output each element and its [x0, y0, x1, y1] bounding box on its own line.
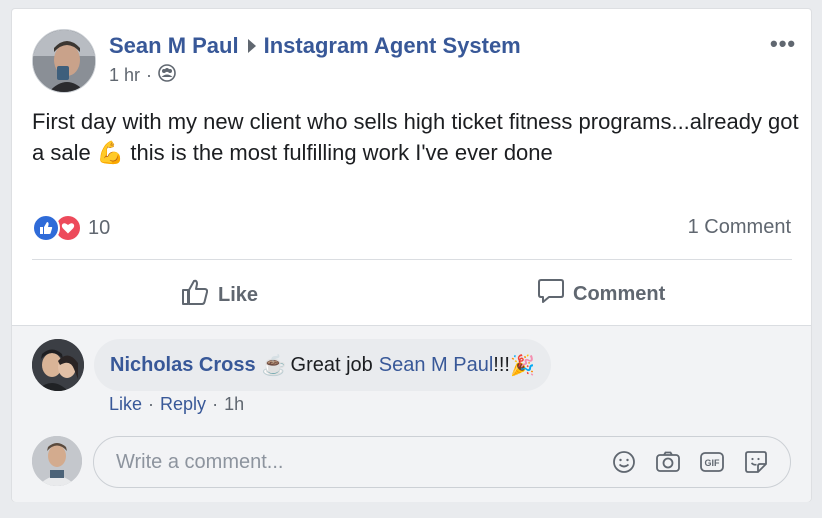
post-header-names: Sean M Paul Instagram Agent System — [109, 33, 521, 59]
post-meta: 1 hr · — [109, 64, 176, 87]
separator: · — [212, 394, 219, 414]
sticker-icon[interactable] — [742, 448, 770, 476]
commenter-avatar[interactable] — [32, 339, 84, 391]
comment-bubble: Nicholas Cross ☕ Great job Sean M Paul !… — [94, 339, 551, 391]
comment-count-link[interactable]: 1 Comment — [688, 216, 791, 239]
comment-input[interactable] — [114, 449, 610, 475]
group-privacy-icon — [158, 64, 176, 87]
separator: · — [148, 394, 155, 414]
comment-composer[interactable]: GIF — [93, 436, 791, 488]
commenter-name[interactable]: Nicholas Cross — [110, 354, 256, 377]
arrow-right-icon — [247, 39, 256, 54]
gif-icon[interactable]: GIF — [698, 448, 726, 476]
party-popper-emoji: 🎉 — [509, 354, 535, 377]
comment-button-label: Comment — [573, 282, 666, 305]
post-time[interactable]: 1 hr — [109, 65, 140, 86]
post-text-part2: this is the most fulfilling work I've ev… — [130, 140, 553, 165]
like-button-label: Like — [218, 283, 259, 306]
post-card: Sean M Paul Instagram Agent System 1 hr ·… — [11, 8, 812, 502]
comment-time[interactable]: 1h — [224, 394, 244, 415]
more-options-button[interactable]: ••• — [770, 31, 796, 57]
flexed-biceps-emoji: 💪 — [96, 140, 125, 165]
divider — [32, 259, 792, 260]
camera-icon[interactable] — [654, 448, 682, 476]
comment-suffix: !!! — [493, 353, 510, 376]
speech-bubble-icon — [537, 277, 565, 311]
meta-separator: · — [146, 65, 153, 85]
comment-like-link[interactable]: Like — [109, 394, 142, 415]
coffee-badge-icon: ☕ — [261, 354, 287, 377]
comment-mention[interactable]: Sean M Paul — [379, 354, 494, 377]
post-text: First day with my new client who sells h… — [32, 106, 802, 168]
reactions-summary[interactable]: 10 — [32, 214, 110, 242]
like-reaction-icon — [32, 214, 60, 242]
comment-text: Great job — [290, 353, 373, 376]
reaction-count: 10 — [88, 216, 111, 239]
emoji-icon[interactable] — [610, 448, 638, 476]
composer-icons: GIF — [610, 448, 770, 476]
comment-actions: Like · Reply · 1h — [109, 394, 244, 415]
author-name[interactable]: Sean M Paul — [109, 33, 239, 58]
author-avatar[interactable] — [32, 29, 96, 93]
comment-button[interactable]: Comment — [537, 277, 665, 311]
svg-text:GIF: GIF — [705, 458, 721, 468]
current-user-avatar[interactable] — [32, 436, 82, 486]
thumbs-up-icon — [180, 277, 210, 313]
like-button[interactable]: Like — [180, 277, 258, 313]
comment-reply-link[interactable]: Reply — [160, 394, 206, 415]
group-name[interactable]: Instagram Agent System — [264, 33, 521, 58]
